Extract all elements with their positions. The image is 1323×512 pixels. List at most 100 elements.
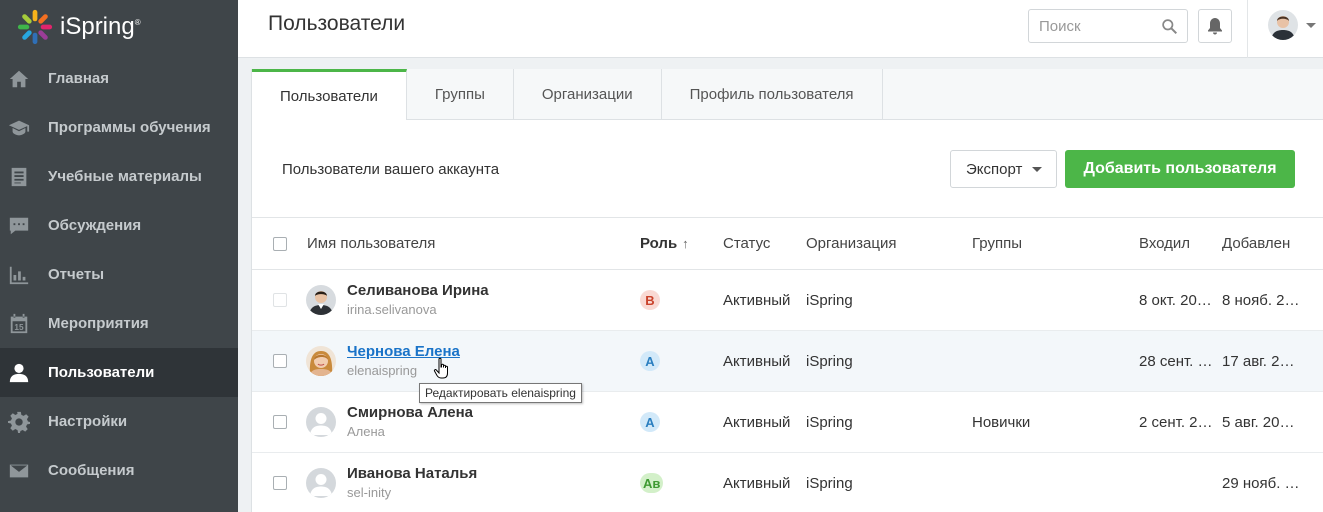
- col-name[interactable]: Имя пользователя: [307, 218, 435, 269]
- edit-user-tooltip: Редактировать elenaispring: [419, 383, 582, 403]
- avatar-placeholder-icon: [306, 468, 336, 498]
- header-divider: [1247, 0, 1248, 58]
- chevron-down-icon: [1306, 22, 1316, 28]
- col-status[interactable]: Статус: [723, 218, 770, 269]
- avatar: [306, 346, 336, 376]
- logo[interactable]: iSpring®: [0, 0, 238, 54]
- tab-users[interactable]: Пользователи: [252, 69, 407, 120]
- home-icon: [8, 68, 30, 90]
- role-badge: В: [640, 290, 660, 310]
- role-cell: А: [640, 392, 660, 452]
- sidebar-item-label: Пользователи: [48, 364, 155, 381]
- logo-text: iSpring®: [60, 13, 141, 40]
- graduation-cap-icon: [8, 117, 30, 139]
- user-login: irina.selivanova: [347, 302, 437, 317]
- user-name[interactable]: Селиванова Ирина: [347, 282, 489, 299]
- avatar-placeholder-icon: [306, 407, 336, 437]
- org-cell: iSpring: [806, 291, 853, 309]
- sidebar-item-label: Главная: [48, 70, 110, 87]
- status-cell: Активный: [723, 352, 791, 370]
- row-checkbox[interactable]: [273, 476, 287, 490]
- table-row[interactable]: Иванова Наталья sel-inity Ав Активный iS…: [252, 453, 1323, 512]
- added-cell: 5 авг. 20…: [1222, 413, 1295, 431]
- sidebar-item-events[interactable]: 15 Мероприятия: [0, 299, 238, 348]
- added-cell: 8 нояб. 2…: [1222, 291, 1300, 309]
- row-checkbox[interactable]: [273, 354, 287, 368]
- document-list-icon: [8, 166, 30, 188]
- sidebar-item-users[interactable]: Пользователи: [0, 348, 238, 397]
- sidebar-item-settings[interactable]: Настройки: [0, 397, 238, 446]
- sidebar-item-home[interactable]: Главная: [0, 54, 238, 103]
- sidebar-item-reports[interactable]: Отчеты: [0, 250, 238, 299]
- user-name-block: Селиванова Ирина irina.selivanova: [347, 282, 489, 317]
- envelope-icon: [8, 460, 30, 482]
- user-name[interactable]: Смирнова Алена: [347, 404, 473, 421]
- sidebar-item-label: Программы обучения: [48, 119, 211, 136]
- table-row[interactable]: Чернова Елена elenaispring А Активный iS…: [252, 331, 1323, 392]
- search-input[interactable]: [1029, 10, 1149, 42]
- sidebar-item-label: Сообщения: [48, 462, 135, 479]
- hand-pointer-icon: [433, 357, 448, 379]
- org-cell: iSpring: [806, 413, 853, 431]
- org-cell: iSpring: [806, 474, 853, 492]
- col-added[interactable]: Добавлен: [1222, 218, 1290, 269]
- tab-user-profile[interactable]: Профиль пользователя: [662, 69, 883, 120]
- sidebar-item-programs[interactable]: Программы обучения: [0, 103, 238, 152]
- user-menu[interactable]: [1268, 10, 1316, 40]
- user-name[interactable]: Иванова Наталья: [347, 465, 477, 482]
- export-label: Экспорт: [966, 160, 1023, 178]
- page-title: Пользователи: [268, 12, 406, 35]
- sidebar-item-messages[interactable]: Сообщения: [0, 446, 238, 495]
- role-badge: А: [640, 351, 660, 371]
- tab-organizations[interactable]: Организации: [514, 69, 662, 120]
- sidebar-item-label: Мероприятия: [48, 315, 149, 332]
- add-user-button[interactable]: Добавить пользователя: [1065, 150, 1295, 188]
- sidebar-item-label: Настройки: [48, 413, 128, 430]
- col-organization[interactable]: Организация: [806, 218, 896, 269]
- user-name-block: Иванова Наталья sel-inity: [347, 465, 477, 500]
- sidebar-item-discussions[interactable]: Обсуждения: [0, 201, 238, 250]
- added-cell: 29 нояб. …: [1222, 474, 1300, 492]
- status-cell: Активный: [723, 474, 791, 492]
- col-last-login[interactable]: Входил: [1139, 218, 1190, 269]
- status-cell: Активный: [723, 291, 791, 309]
- row-checkbox: [273, 293, 287, 307]
- tabs: Пользователи Группы Организации Профиль …: [252, 69, 1323, 120]
- sidebar-item-materials[interactable]: Учебные материалы: [0, 152, 238, 201]
- bell-icon: [1208, 18, 1222, 35]
- select-all-checkbox[interactable]: [273, 237, 287, 251]
- table-header: Имя пользователя Роль ↑ Статус Организаци…: [252, 218, 1323, 270]
- chevron-down-icon: [1032, 167, 1042, 172]
- role-cell: В: [640, 270, 660, 330]
- tab-groups[interactable]: Группы: [407, 69, 514, 120]
- user-login: sel-inity: [347, 485, 392, 500]
- ispring-logo-icon: [17, 9, 53, 45]
- gear-icon: [8, 411, 30, 433]
- table-row[interactable]: Селиванова Ирина irina.selivanova В Акти…: [252, 270, 1323, 331]
- toolbar: Пользователи вашего аккаунта Экспорт Доб…: [252, 120, 1323, 218]
- user-icon: [8, 362, 30, 384]
- export-button[interactable]: Экспорт: [950, 150, 1057, 188]
- role-cell: Ав: [640, 453, 664, 512]
- role-badge: Ав: [640, 473, 664, 493]
- table-row[interactable]: Смирнова Алена Алена А Активный iSpring …: [252, 392, 1323, 453]
- chat-bubble-icon: [8, 215, 30, 237]
- row-checkbox[interactable]: [273, 415, 287, 429]
- groups-cell: Новички: [972, 413, 1031, 431]
- last-login-cell: 8 окт. 20…: [1139, 291, 1212, 309]
- calendar-icon: 15: [8, 313, 30, 335]
- search-box[interactable]: [1028, 9, 1188, 43]
- user-name-block: Смирнова Алена Алена: [347, 404, 473, 439]
- col-groups[interactable]: Группы: [972, 218, 1022, 269]
- added-cell: 17 авг. 2…: [1222, 352, 1295, 370]
- role-cell: А: [640, 331, 660, 391]
- org-cell: iSpring: [806, 352, 853, 370]
- last-login-cell: 28 сент. …: [1139, 352, 1213, 370]
- col-role[interactable]: Роль ↑: [640, 218, 689, 269]
- search-icon[interactable]: [1161, 18, 1178, 35]
- notifications-button[interactable]: [1198, 9, 1232, 43]
- section-label: Пользователи вашего аккаунта: [282, 161, 500, 178]
- avatar: [1268, 10, 1298, 40]
- sort-arrow-icon: ↑: [682, 236, 689, 251]
- content-panel: Пользователи Группы Организации Профиль …: [251, 69, 1323, 512]
